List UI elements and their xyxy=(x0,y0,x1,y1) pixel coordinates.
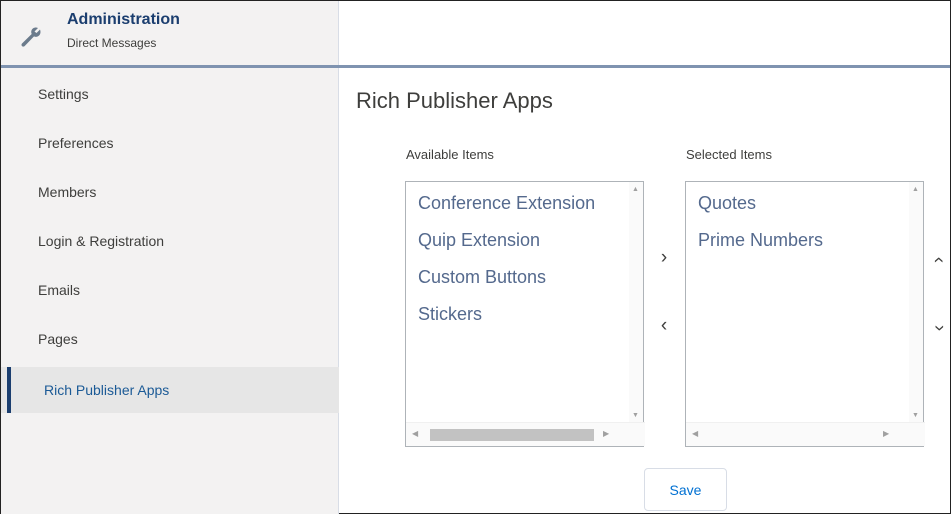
selected-items-label: Selected Items xyxy=(686,147,772,162)
save-button[interactable]: Save xyxy=(644,468,727,511)
list-item[interactable]: Quotes xyxy=(698,188,901,225)
sidebar: Settings Preferences Members Login & Reg… xyxy=(1,68,339,514)
app-title: Administration xyxy=(67,11,180,28)
horizontal-scrollbar[interactable]: ◀ ▶ xyxy=(686,422,925,446)
app-subtitle: Direct Messages xyxy=(67,36,157,50)
list-item[interactable]: Custom Buttons xyxy=(418,262,621,299)
list-item[interactable]: Prime Numbers xyxy=(698,225,901,262)
header: Administration Direct Messages xyxy=(1,1,950,65)
app-window: Administration Direct Messages Settings … xyxy=(0,0,951,514)
vertical-scrollbar[interactable]: ▲ ▼ xyxy=(909,182,923,423)
available-items-list: Conference Extension Quip Extension Cust… xyxy=(418,188,621,422)
selected-items-listbox[interactable]: Quotes Prime Numbers ▲ ▼ ◀ ▶ xyxy=(685,181,925,447)
chevron-up-icon: › xyxy=(927,256,949,264)
sidebar-item-emails[interactable]: Emails xyxy=(1,270,339,310)
scroll-down-icon[interactable]: ▼ xyxy=(912,412,919,419)
list-item[interactable]: Quip Extension xyxy=(418,225,621,262)
sidebar-item-settings[interactable]: Settings xyxy=(1,74,339,114)
available-items-label: Available Items xyxy=(406,147,494,162)
horizontal-scrollbar[interactable]: ◀ ▶ xyxy=(406,422,645,446)
sidebar-item-rich-publisher-apps[interactable]: Rich Publisher Apps xyxy=(1,367,339,413)
list-item[interactable]: Stickers xyxy=(418,299,621,336)
selected-items-list: Quotes Prime Numbers xyxy=(698,188,901,422)
scroll-right-icon[interactable]: ▶ xyxy=(883,429,889,438)
chevron-down-icon: › xyxy=(928,324,950,332)
sidebar-item-members[interactable]: Members xyxy=(1,172,339,212)
chevron-right-icon: › xyxy=(660,247,668,268)
wrench-icon xyxy=(19,25,43,49)
list-item[interactable]: Conference Extension xyxy=(418,188,621,225)
move-right-button[interactable]: › xyxy=(653,247,675,269)
vertical-scrollbar[interactable]: ▲ ▼ xyxy=(629,182,643,423)
move-left-button[interactable]: ‹ xyxy=(653,315,675,337)
scroll-up-icon[interactable]: ▲ xyxy=(632,186,639,193)
available-items-listbox[interactable]: Conference Extension Quip Extension Cust… xyxy=(405,181,645,447)
sidebar-item-pages[interactable]: Pages xyxy=(1,319,339,359)
sidebar-item-preferences[interactable]: Preferences xyxy=(1,123,339,163)
scroll-left-icon[interactable]: ◀ xyxy=(412,429,418,438)
header-app-block: Administration Direct Messages xyxy=(1,1,339,65)
move-down-button[interactable]: › xyxy=(928,317,950,339)
chevron-left-icon: ‹ xyxy=(660,315,668,336)
scroll-right-icon[interactable]: ▶ xyxy=(603,429,609,438)
scroll-left-icon[interactable]: ◀ xyxy=(692,429,698,438)
scroll-up-icon[interactable]: ▲ xyxy=(912,186,919,193)
page-title: Rich Publisher Apps xyxy=(356,88,553,113)
move-up-button[interactable]: › xyxy=(928,249,950,271)
sidebar-item-login-registration[interactable]: Login & Registration xyxy=(1,221,339,261)
scrollbar-thumb[interactable] xyxy=(430,429,594,441)
scroll-down-icon[interactable]: ▼ xyxy=(632,412,639,419)
